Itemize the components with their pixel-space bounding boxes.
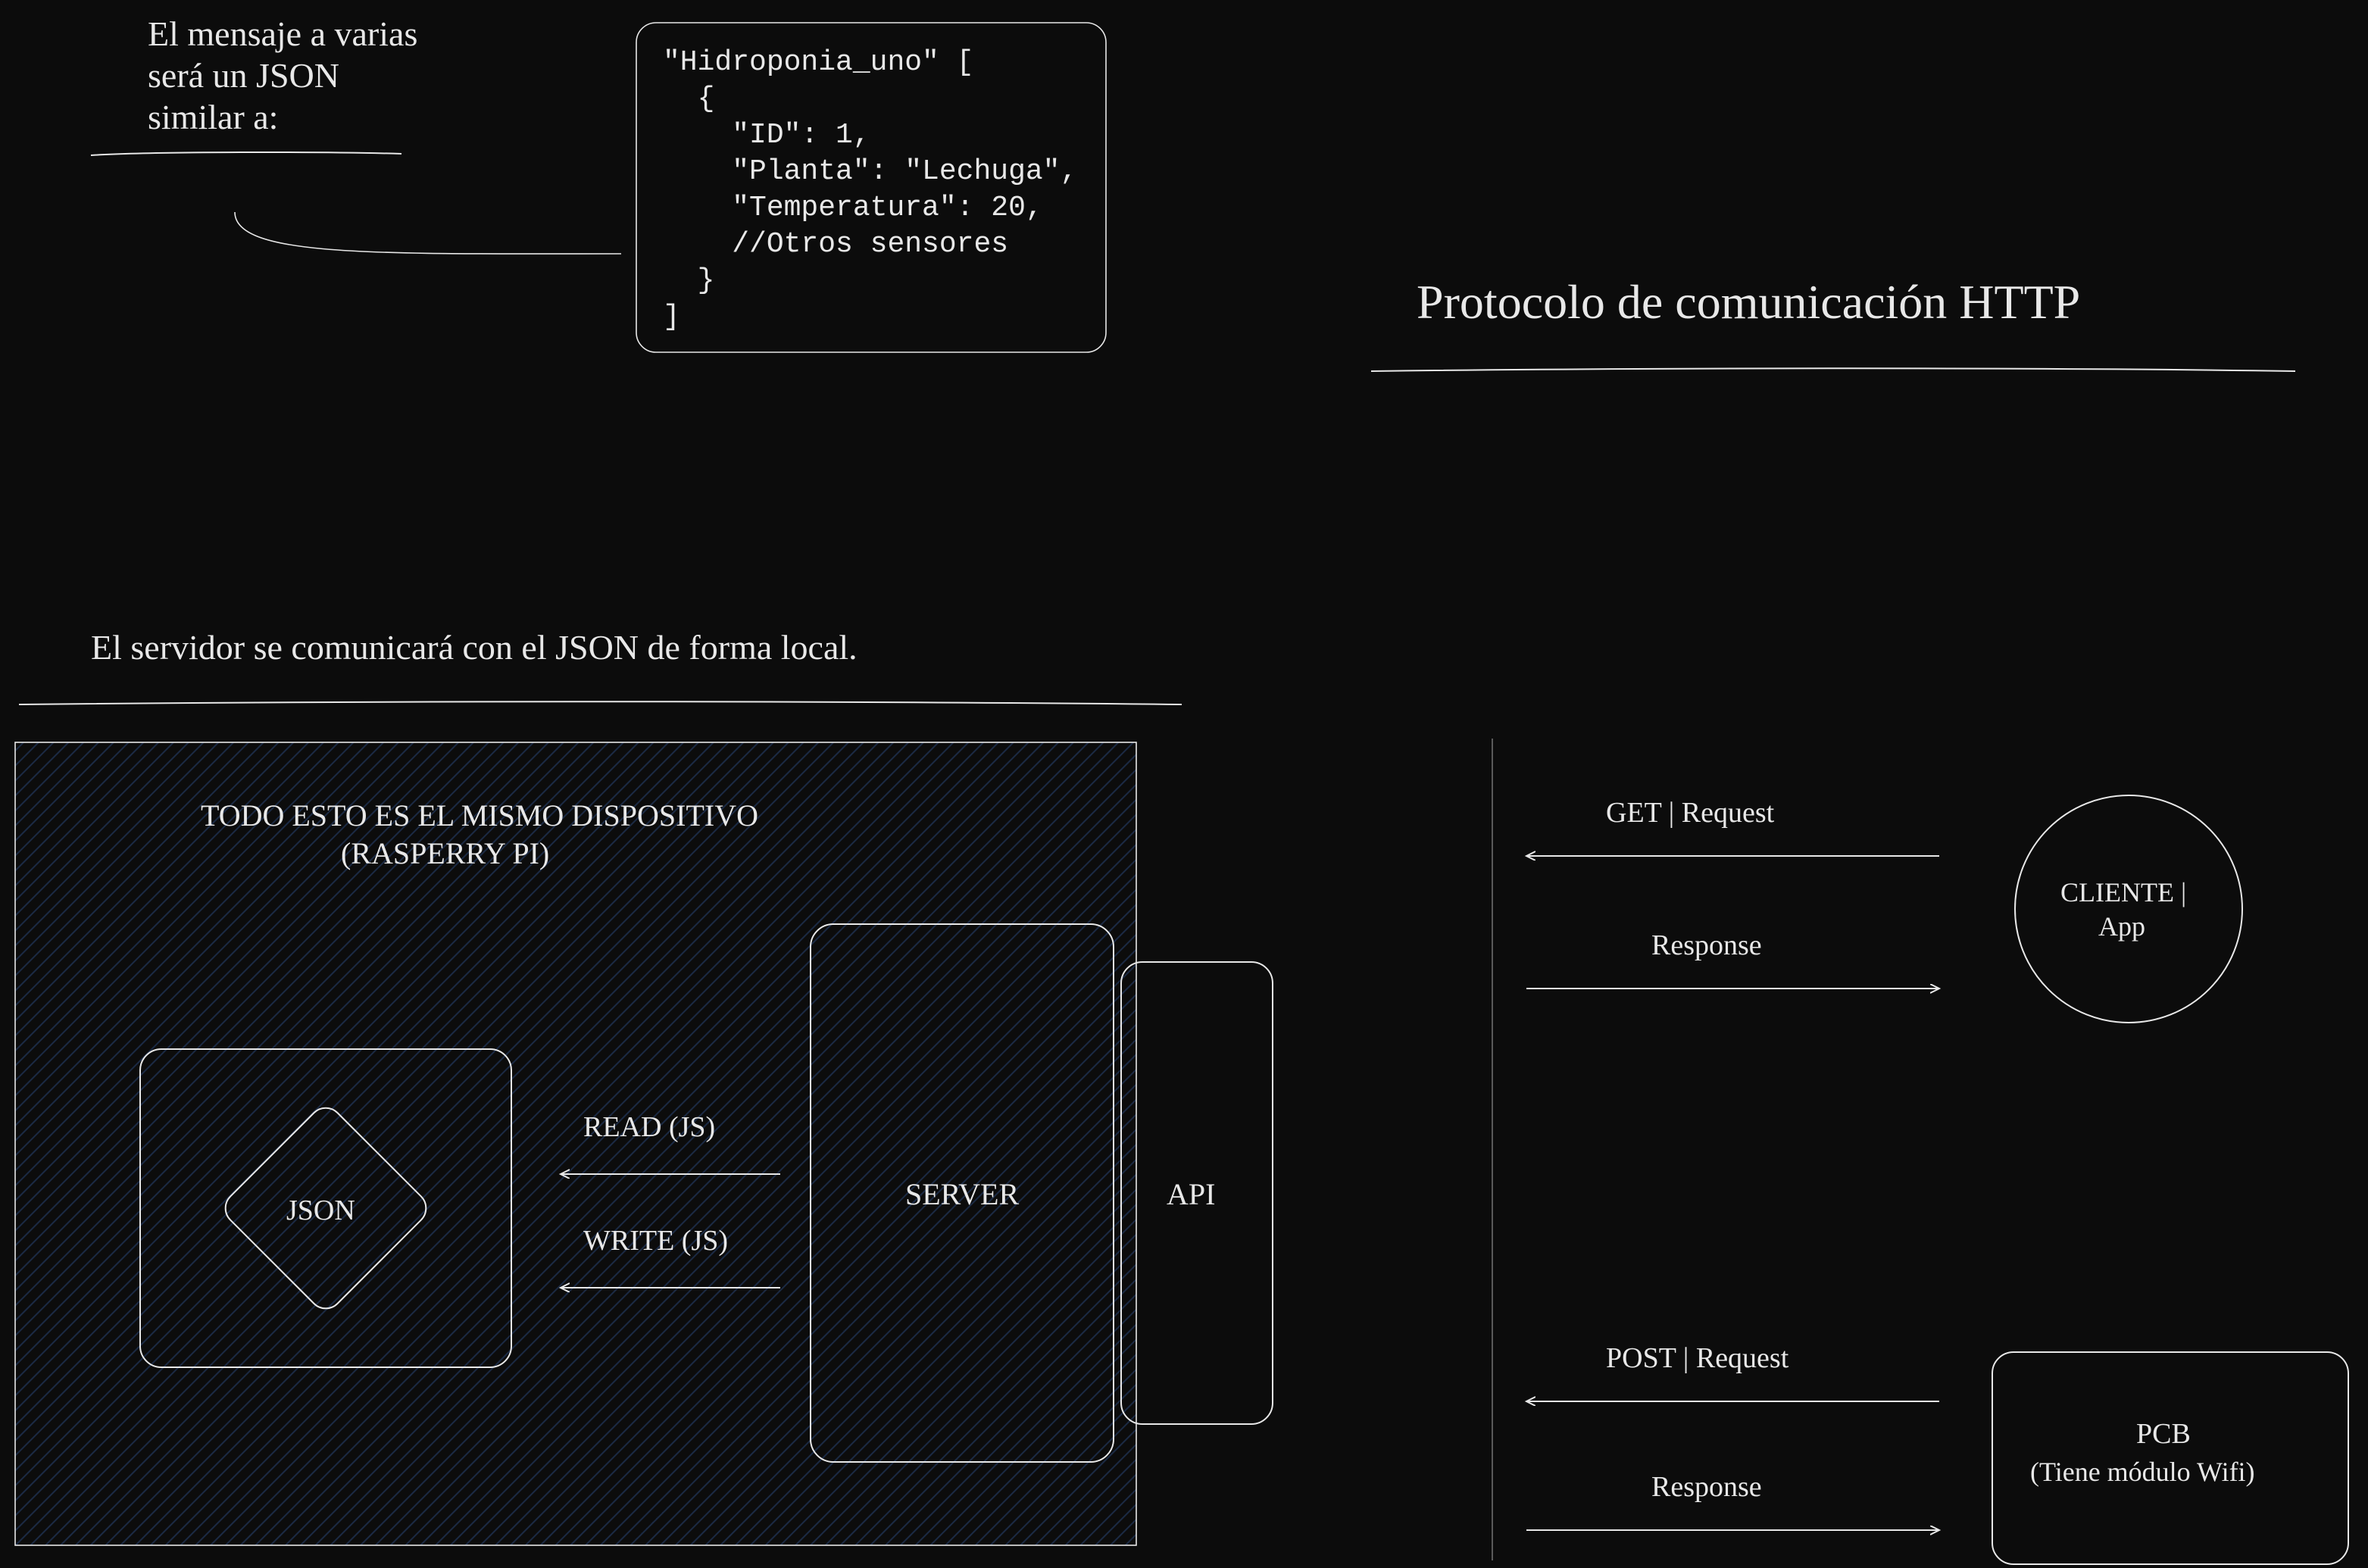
read-label: READ (JS) xyxy=(583,1111,715,1143)
cliente-line-1: CLIENTE | xyxy=(2060,877,2186,907)
get-label: GET | Request xyxy=(1606,797,1775,829)
write-label: WRITE (JS) xyxy=(583,1225,728,1257)
note-line-3: similar a: xyxy=(148,98,278,136)
response-label-2: Response xyxy=(1651,1471,1762,1503)
note-line-2: será un JSON xyxy=(148,56,339,95)
post-label: POST | Request xyxy=(1606,1342,1789,1374)
json-label: JSON xyxy=(286,1195,355,1226)
response-label-1: Response xyxy=(1651,929,1762,961)
code-line: "Planta": "Lechuga", xyxy=(663,155,1077,188)
cliente-line-2: App xyxy=(2098,911,2145,942)
code-line: "Hidroponia_uno" [ xyxy=(663,46,973,79)
code-line: { xyxy=(663,83,714,115)
api-label: API xyxy=(1167,1177,1215,1211)
server-label: SERVER xyxy=(905,1177,1019,1211)
note-line-1: El mensaje a varias xyxy=(148,14,417,53)
code-line: } xyxy=(663,264,714,297)
code-line: ] xyxy=(663,301,680,333)
section-title: Protocolo de comunicación HTTP xyxy=(1417,275,2080,329)
code-line: "ID": 1, xyxy=(663,119,870,151)
pcb-line-2: (Tiene módulo Wifi) xyxy=(2030,1457,2255,1487)
code-line: //Otros sensores xyxy=(663,228,1008,261)
mid-sentence: El servidor se comunicará con el JSON de… xyxy=(91,628,858,667)
device-box: TODO ESTO ES EL MISMO DISPOSITIVO (RASPE… xyxy=(15,742,1136,1545)
device-label-2: (RASPERRY PI) xyxy=(341,836,549,870)
code-line: "Temperatura": 20, xyxy=(663,192,1043,224)
pcb-line-1: PCB xyxy=(2136,1418,2191,1450)
device-label-1: TODO ESTO ES EL MISMO DISPOSITIVO xyxy=(201,798,758,832)
